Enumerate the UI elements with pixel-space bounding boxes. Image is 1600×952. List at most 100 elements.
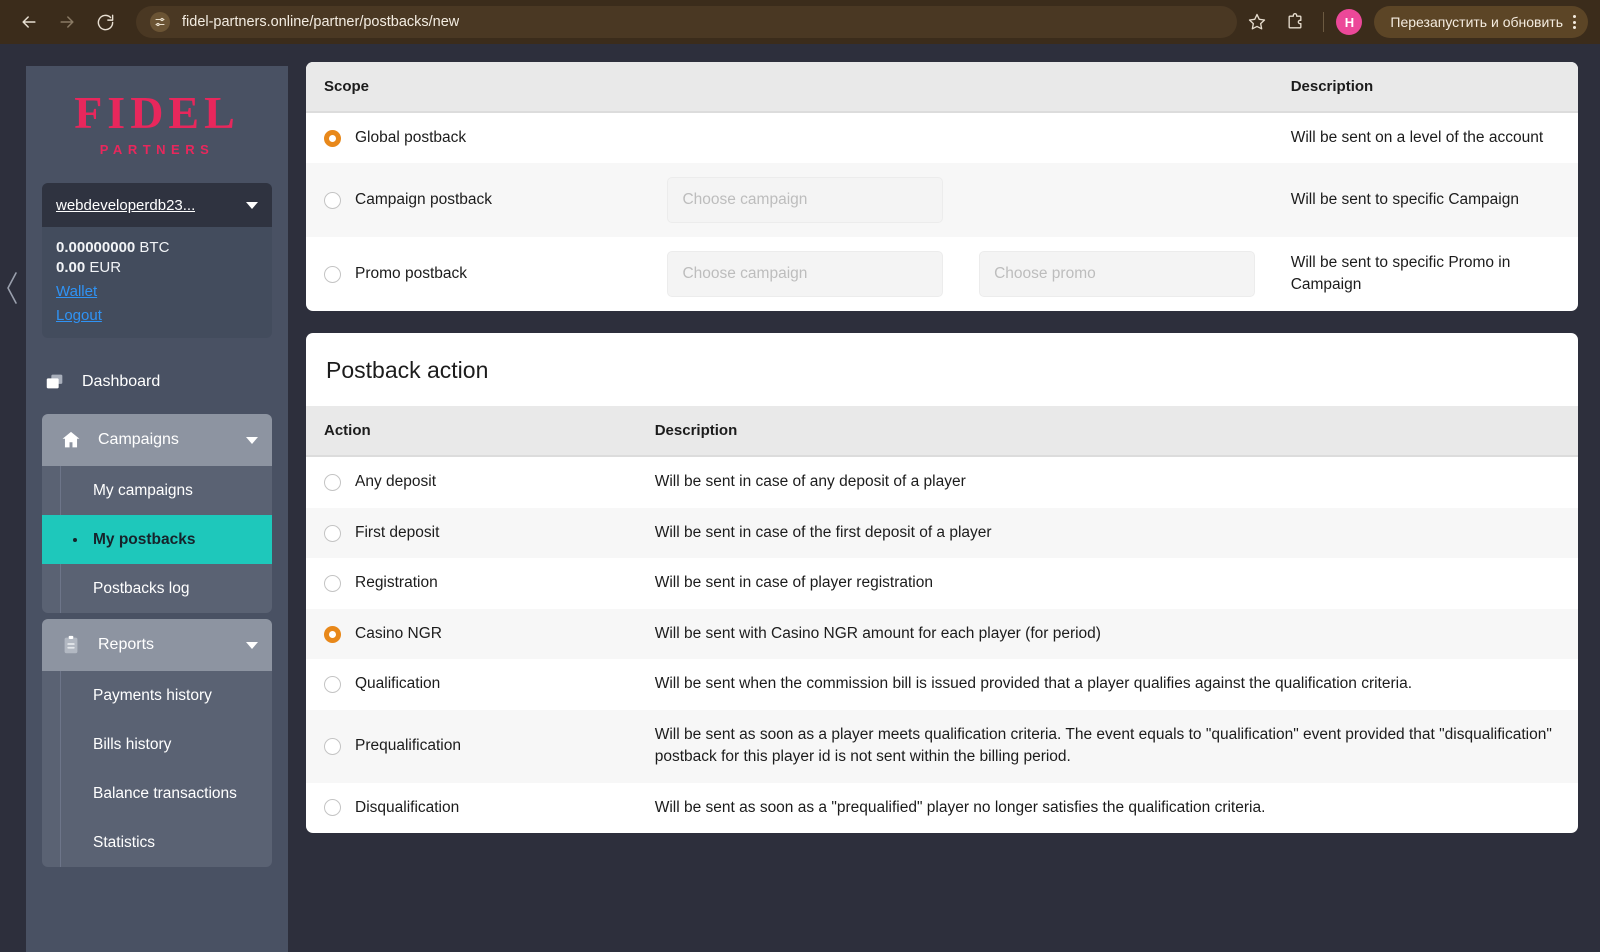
sidebar-item-payments-history[interactable]: Payments history xyxy=(60,671,272,720)
kebab-menu-icon[interactable] xyxy=(1573,15,1576,29)
action-option-label: Prequalification xyxy=(355,737,461,755)
column-header-description: Description xyxy=(636,406,1578,458)
table-row[interactable]: Global postback Will be sent on a level … xyxy=(306,112,1578,163)
scope-option-label: Promo postback xyxy=(355,265,467,283)
back-button[interactable] xyxy=(12,5,46,39)
sidebar-group-campaigns: Campaigns My campaigns My postbacks Post… xyxy=(42,414,272,613)
action-option-cell[interactable]: Any deposit xyxy=(306,456,637,507)
scope-option-label: Campaign postback xyxy=(355,191,492,209)
action-option-cell[interactable]: First deposit xyxy=(306,508,637,558)
account-panel: webdeveloperdb23... 0.00000000 BTC 0.00 … xyxy=(42,183,272,338)
sidebar-sublist-campaigns: My campaigns My postbacks Postbacks log xyxy=(42,466,272,613)
radio-qualification[interactable] xyxy=(324,676,341,694)
sidebar-item-bills-history[interactable]: Bills history xyxy=(60,720,272,769)
balance-amount: 0.00000000 xyxy=(56,239,136,256)
action-option-cell[interactable]: Qualification xyxy=(306,659,637,709)
table-header-row: Scope Description xyxy=(306,62,1578,113)
action-option-cell[interactable]: Disqualification xyxy=(306,783,637,833)
logo-main-text: FIDEL xyxy=(74,87,240,138)
sidebar-item-balance-transactions[interactable]: Balance transactions xyxy=(60,769,272,818)
sidebar-item-label: Dashboard xyxy=(82,373,161,390)
sidebar-item-my-postbacks[interactable]: My postbacks xyxy=(42,515,272,564)
sidebar-group-label: Campaigns xyxy=(98,431,179,448)
logo-sub-text: PARTNERS xyxy=(99,142,215,157)
column-header-spacer xyxy=(961,62,1273,113)
chevron-left-icon xyxy=(7,272,17,304)
reload-button[interactable] xyxy=(88,5,122,39)
action-option-label: First deposit xyxy=(355,523,440,541)
scope-description: Will be sent on a level of the account xyxy=(1290,129,1544,146)
action-option-label: Disqualification xyxy=(355,798,460,816)
table-row[interactable]: Prequalification Will be sent as soon as… xyxy=(306,709,1578,783)
account-name: webdeveloperdb23... xyxy=(56,196,196,214)
sidebar-group-label: Reports xyxy=(98,636,155,653)
radio-prequalification[interactable] xyxy=(324,737,341,755)
address-bar-url: fidel-partners.online/partner/postbacks/… xyxy=(182,14,460,30)
sidebar-group-reports: Reports Payments history Bills history B… xyxy=(42,619,272,867)
table-row[interactable]: Disqualification Will be sent as soon as… xyxy=(306,783,1578,833)
sidebar-item-dashboard[interactable]: Dashboard xyxy=(26,356,288,408)
table-row[interactable]: First deposit Will be sent in case of th… xyxy=(306,507,1578,559)
choose-campaign-select[interactable]: Choose campaign xyxy=(667,177,944,224)
table-row[interactable]: Casino NGR Will be sent with Casino NGR … xyxy=(306,608,1578,660)
table-row[interactable]: Registration Will be sent in case of pla… xyxy=(306,558,1578,608)
sidebar: FIDEL PARTNERS webdeveloperdb23... 0.000… xyxy=(26,66,288,952)
table-row[interactable]: Promo postback Choose campaign Choose pr… xyxy=(306,237,1578,311)
scope-option-cell[interactable]: Promo postback xyxy=(306,237,649,311)
scope-select-cell[interactable]: Choose promo xyxy=(961,237,1273,311)
radio-registration[interactable] xyxy=(324,575,341,593)
account-switcher[interactable]: webdeveloperdb23... xyxy=(42,183,272,227)
brand-logo[interactable]: FIDEL PARTNERS xyxy=(26,66,288,165)
forward-button[interactable] xyxy=(50,5,84,39)
scope-description: Will be sent to specific Campaign xyxy=(1290,191,1519,209)
radio-global-postback[interactable] xyxy=(324,129,341,147)
action-description: Will be sent as soon as a player meets q… xyxy=(654,725,1552,766)
table-row[interactable]: Any deposit Will be sent in case of any … xyxy=(306,456,1578,507)
wallet-link[interactable]: Wallet xyxy=(56,283,258,300)
sidebar-group-reports-toggle[interactable]: Reports xyxy=(42,619,272,671)
column-header-description: Description xyxy=(1272,62,1578,113)
radio-disqualification[interactable] xyxy=(324,799,341,817)
action-option-cell[interactable]: Casino NGR xyxy=(306,609,637,659)
relaunch-update-button[interactable]: Перезапустить и обновить xyxy=(1374,6,1588,38)
action-option-label: Registration xyxy=(355,574,438,592)
radio-casino-ngr[interactable] xyxy=(324,625,341,643)
address-bar[interactable]: fidel-partners.online/partner/postbacks/… xyxy=(136,6,1238,38)
action-option-cell[interactable]: Prequalification xyxy=(306,710,637,783)
action-option-label: Qualification xyxy=(355,675,441,693)
avatar[interactable]: H xyxy=(1336,9,1363,35)
sidebar-item-my-campaigns[interactable]: My campaigns xyxy=(60,466,272,515)
table-header-row: Action Description xyxy=(306,406,1578,458)
balance-list: 0.00000000 BTC 0.00 EUR Wallet Logout xyxy=(42,227,272,338)
logout-link[interactable]: Logout xyxy=(56,307,258,324)
sidebar-item-statistics[interactable]: Statistics xyxy=(60,818,272,867)
sidebar-group-campaigns-toggle[interactable]: Campaigns xyxy=(42,414,272,466)
sidebar-nav: Dashboard Campaigns My campaigns My post… xyxy=(26,356,288,867)
column-header-scope: Scope xyxy=(306,62,650,113)
radio-first-deposit[interactable] xyxy=(324,524,341,542)
scope-select-cell[interactable]: Choose campaign xyxy=(649,237,961,311)
balance-currency: EUR xyxy=(89,259,122,276)
choose-promo-select[interactable]: Choose promo xyxy=(979,251,1255,298)
action-description: Will be sent in case of the first deposi… xyxy=(654,523,992,541)
choose-campaign-select[interactable]: Choose campaign xyxy=(667,251,944,298)
site-settings-icon[interactable] xyxy=(150,12,170,32)
action-option-label: Casino NGR xyxy=(355,624,442,642)
radio-campaign-postback[interactable] xyxy=(324,191,341,209)
extensions-icon[interactable] xyxy=(1279,6,1311,38)
balance-row: 0.00000000 BTC xyxy=(56,239,258,256)
balance-row: 0.00 EUR xyxy=(56,259,258,276)
table-row[interactable]: Campaign postback Choose campaign Will b… xyxy=(306,163,1578,238)
radio-any-deposit[interactable] xyxy=(324,474,341,492)
scope-option-cell[interactable]: Campaign postback xyxy=(306,163,649,237)
relaunch-label: Перезапустить и обновить xyxy=(1390,14,1563,30)
scope-select-cell[interactable]: Choose campaign xyxy=(649,163,961,237)
radio-promo-postback[interactable] xyxy=(324,265,341,283)
column-header-action: Action xyxy=(306,406,637,458)
action-option-cell[interactable]: Registration xyxy=(306,558,637,608)
sidebar-item-postbacks-log[interactable]: Postbacks log xyxy=(60,564,272,613)
sidebar-collapse-toggle[interactable] xyxy=(0,44,26,952)
star-icon[interactable] xyxy=(1241,6,1273,38)
scope-option-cell[interactable]: Global postback xyxy=(306,112,649,163)
table-row[interactable]: Qualification Will be sent when the comm… xyxy=(306,659,1578,709)
